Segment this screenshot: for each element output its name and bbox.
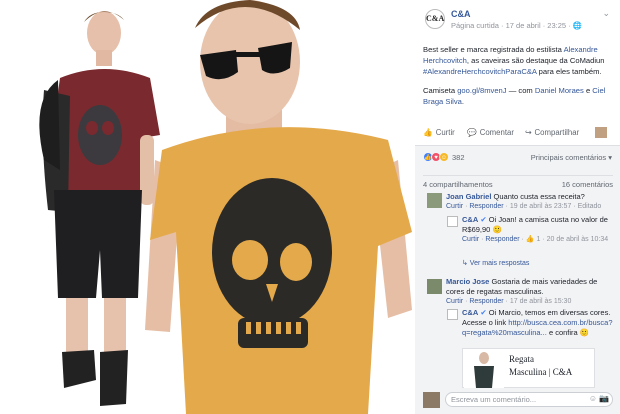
comment-input[interactable]: Escreva um comentário... <box>445 392 613 407</box>
like-icon: 👍 <box>525 236 535 243</box>
post-text-2: , as caveiras são destaque da CoMadiun <box>466 56 605 65</box>
post-line2-b: — com <box>506 86 535 95</box>
comment-composer: Escreva um comentário... ☺ 📷 <box>423 390 613 410</box>
post-paragraph-2: Camiseta goo.gl/8mvenJ — com Daniel Mora… <box>423 85 613 107</box>
verified-icon: ✔ <box>480 308 487 317</box>
post-line2-c: e <box>583 86 593 95</box>
verified-icon: ✔ <box>480 215 487 224</box>
share-count[interactable]: 4 compartilhamentos <box>423 180 493 189</box>
page-name[interactable]: C&A <box>451 9 471 19</box>
comment-author[interactable]: Joan Gabriel <box>446 192 491 201</box>
reactions-summary[interactable]: 👍 ♥ ☺ 382 <box>423 152 465 162</box>
comment-count[interactable]: 16 comentários <box>562 180 613 189</box>
link-preview-card[interactable]: Regata Masculina | C&A <box>462 348 595 388</box>
post-text-1: Best seller e marca registrada do estili… <box>423 45 564 54</box>
reply-author[interactable]: C&A <box>462 215 478 224</box>
camera-icon[interactable]: 📷 <box>599 394 609 403</box>
comment-time: 19 de abril às 23:57 <box>509 203 572 210</box>
post-side-panel: C&A C&A Página curtida · 17 de abril · 2… <box>415 0 620 414</box>
preview-title-2: Masculina | C&A <box>509 367 573 377</box>
more-replies-link[interactable]: ↳ Ver mais respostas <box>462 259 529 269</box>
comment-text: Quanto custa essa receita? <box>493 192 585 201</box>
preview-thumbnail <box>464 350 504 388</box>
tagged-user-1[interactable]: Daniel Moraes <box>535 86 584 95</box>
like-icon: 👍 <box>423 128 433 137</box>
comment-meta: Curtir · Responder · 19 de abril às 23:5… <box>446 203 602 210</box>
avatar[interactable] <box>447 309 458 320</box>
comment-author[interactable]: Marcio Jose <box>446 277 489 286</box>
reply-2: C&A ✔ Oi Marcio, temos em diversas cores… <box>462 308 614 338</box>
post-line2-d: . <box>461 97 464 106</box>
reply-reacts: 1 <box>536 236 541 243</box>
page-avatar[interactable]: C&A <box>425 9 445 29</box>
share-label: Compartilhar <box>534 128 580 137</box>
like-label: Curtir <box>435 128 455 137</box>
comment-reply-link[interactable]: Responder <box>469 298 503 305</box>
haha-reaction-icon: ☺ <box>439 152 449 162</box>
post-paragraph-1: Best seller e marca registrada do estili… <box>423 44 613 77</box>
comment-meta: Curtir · Responder · 17 de abril às 15:3… <box>446 298 572 305</box>
avatar[interactable] <box>423 392 440 408</box>
post-photo[interactable] <box>0 0 415 414</box>
comment-1: Joan Gabriel Quanto custa essa receita? … <box>446 192 614 212</box>
photo-image <box>0 0 415 414</box>
comment-icon: 💬 <box>467 128 477 137</box>
reaction-count: 382 <box>452 152 465 162</box>
comment-label: Comentar <box>479 128 514 137</box>
comment-like-link[interactable]: Curtir <box>446 203 463 210</box>
comment-like-link[interactable]: Curtir <box>446 298 463 305</box>
comment-time: 17 de abril às 15:30 <box>509 298 572 305</box>
share-icon: ↪ <box>525 128 532 137</box>
viewer-avatar[interactable] <box>595 127 607 138</box>
hashtag-link[interactable]: #AlexandreHerchcovitchParaC&A <box>423 67 537 76</box>
reply-meta: Curtir · Responder · 👍 1 · 20 de abril à… <box>462 236 609 243</box>
post-header: C&A C&A Página curtida · 17 de abril · 2… <box>415 0 620 40</box>
post-text: Best seller e marca registrada do estili… <box>423 44 613 107</box>
reply-link-suffix: e confira 🙂 <box>548 328 590 337</box>
comment-reply-link[interactable]: Responder <box>469 203 503 210</box>
comment-button[interactable]: 💬 Comentar <box>467 128 514 137</box>
avatar[interactable] <box>427 279 442 294</box>
like-button[interactable]: 👍 Curtir <box>423 128 455 137</box>
emoji-icon[interactable]: ☺ <box>589 394 597 403</box>
post-text-3: para eles também. <box>536 67 602 76</box>
reply-1: C&A ✔ Oi Joan! a camisa custa no valor d… <box>462 215 612 245</box>
comment-2: Marcio Jose Gostaria de mais variedades … <box>446 277 614 307</box>
post-line2-a: Camiseta <box>423 86 458 95</box>
reply-author[interactable]: C&A <box>462 308 478 317</box>
product-link[interactable]: goo.gl/8mvenJ <box>457 86 506 95</box>
preview-title-1: Regata <box>509 354 534 364</box>
post-meta: Página curtida · 17 de abril · 23:25 · 🌐 <box>451 21 582 30</box>
share-comment-stats: 4 compartilhamentos 16 comentários <box>423 175 613 189</box>
avatar[interactable] <box>447 216 458 227</box>
globe-icon: 🌐 <box>572 21 583 30</box>
reply-like-link[interactable]: Curtir <box>462 236 479 243</box>
chevron-down-icon[interactable]: ⌄ <box>602 8 610 19</box>
post-meta-text: Página curtida · 17 de abril · 23:25 · <box>451 21 573 30</box>
avatar[interactable] <box>427 193 442 208</box>
reply-reply-link[interactable]: Responder <box>485 236 519 243</box>
sort-comments-dropdown[interactable]: Principais comentários ▾ <box>531 153 612 162</box>
reply-time: 20 de abril às 10:34 <box>546 236 609 243</box>
share-button[interactable]: ↪ Compartilhar <box>525 128 579 137</box>
comment-edited: Editado <box>577 203 602 210</box>
post-actions: 👍 Curtir 💬 Comentar ↪ Compartilhar <box>421 126 616 142</box>
